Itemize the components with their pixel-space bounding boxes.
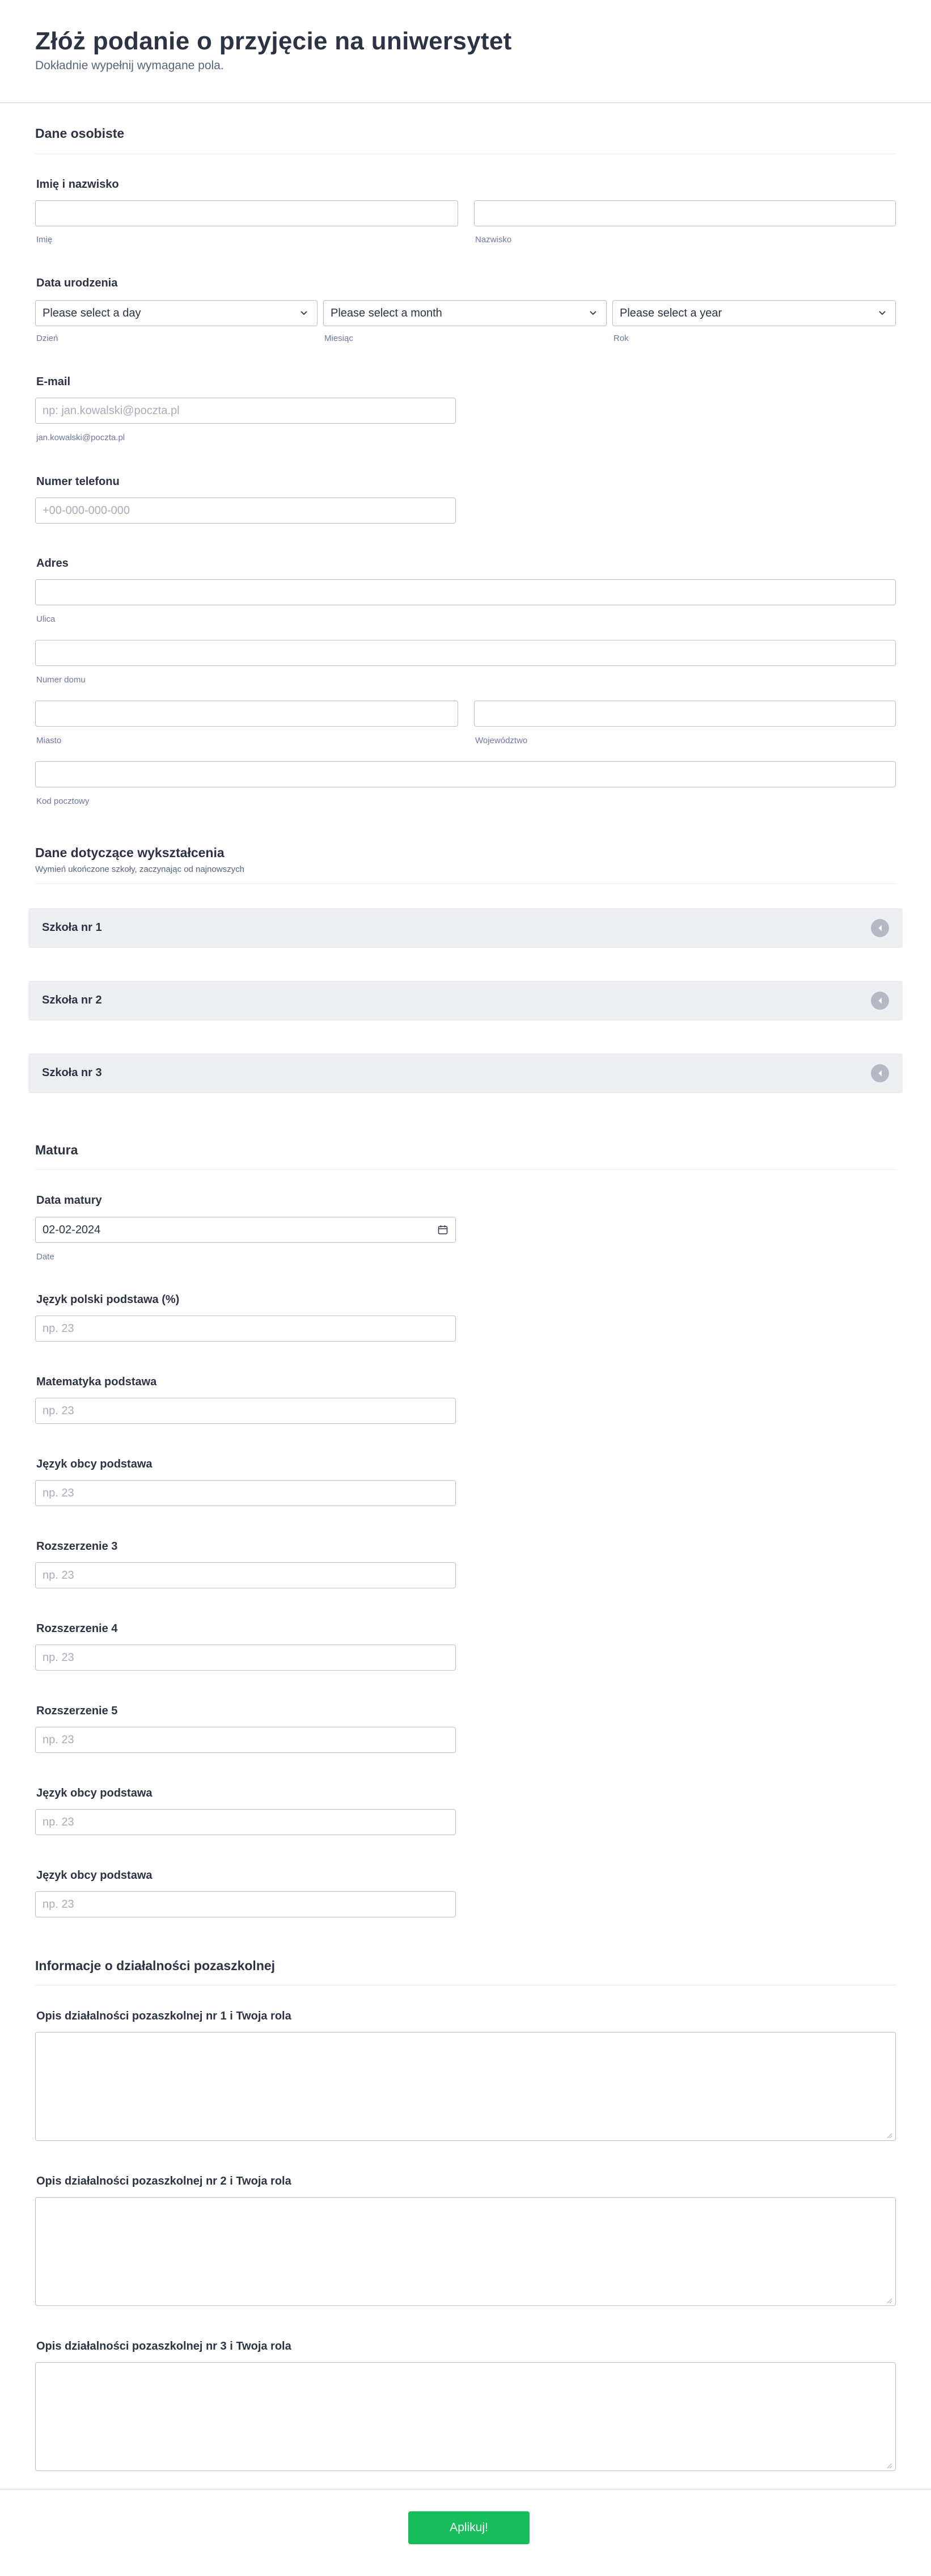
activity-label: Opis działalności pozaszkolnej nr 3 i Tw… [36, 2340, 291, 2352]
resize-handle-icon[interactable] [886, 2132, 892, 2139]
school-1-accordion[interactable]: Szkoła nr 1 [28, 908, 903, 948]
email-sublabel: jan.kowalski@poczta.pl [36, 433, 125, 442]
activity-label: Opis działalności pozaszkolnej nr 2 i Tw… [36, 2175, 291, 2187]
section-divider [35, 1169, 896, 1170]
submit-button[interactable]: Aplikuj! [408, 2511, 530, 2544]
activity-1-textarea[interactable] [35, 2032, 896, 2141]
collapse-arrow-icon[interactable] [871, 919, 889, 937]
collapse-arrow-icon[interactable] [871, 992, 889, 1010]
chevron-down-icon [301, 311, 307, 315]
first-name-input[interactable] [35, 200, 458, 226]
matura-field-label: Rozszerzenie 3 [36, 1540, 118, 1553]
city-input[interactable] [35, 701, 458, 727]
collapse-arrow-icon[interactable] [871, 1064, 889, 1082]
last-name-sublabel: Nazwisko [475, 235, 512, 244]
birth-month-value: Please select a month [331, 306, 442, 319]
matura-score-input[interactable] [35, 1316, 456, 1342]
school-1-label: Szkoła nr 1 [42, 921, 102, 934]
activity-2-textarea[interactable] [35, 2197, 896, 2306]
email-label: E-mail [36, 376, 71, 388]
matura-score-input[interactable] [35, 1891, 456, 1917]
street-sublabel: Ulica [36, 614, 56, 624]
phone-label: Numer telefonu [36, 475, 120, 488]
matura-field-label: Język obcy podstawa [36, 1458, 153, 1470]
calendar-icon[interactable] [437, 1224, 448, 1236]
matura-score-input[interactable] [35, 1562, 456, 1588]
page-subtitle: Dokładnie wypełnij wymagane pola. [35, 59, 224, 72]
school-2-accordion[interactable]: Szkoła nr 2 [28, 981, 903, 1021]
matura-date-label: Data matury [36, 1194, 102, 1207]
matura-score-input[interactable] [35, 1645, 456, 1671]
school-3-label: Szkoła nr 3 [42, 1066, 102, 1079]
matura-field-label: Matematyka podstawa [36, 1376, 157, 1388]
street-input[interactable] [35, 579, 896, 605]
matura-field-label: Rozszerzenie 4 [36, 1622, 118, 1635]
birth-month-sublabel: Miesiąc [324, 334, 353, 343]
house-number-sublabel: Numer domu [36, 675, 86, 685]
birth-date-label: Data urodzenia [36, 277, 118, 289]
matura-date-value: 02-02-2024 [43, 1223, 101, 1236]
region-sublabel: Województwo [475, 736, 528, 745]
form-header: Złóż podanie o przyjęcie na uniwersytet … [0, 0, 931, 103]
address-label: Adres [36, 557, 69, 570]
matura-field-label: Rozszerzenie 5 [36, 1705, 118, 1717]
house-number-input[interactable] [35, 640, 896, 666]
matura-field-label: Język polski podstawa (%) [36, 1293, 180, 1306]
birth-day-select[interactable]: Please select a day [35, 300, 318, 326]
section-title-matura: Matura [35, 1142, 78, 1157]
page-title: Złóż podanie o przyjęcie na uniwersytet [35, 27, 512, 55]
region-input[interactable] [474, 701, 896, 727]
birth-year-sublabel: Rok [613, 334, 629, 343]
birth-year-value: Please select a year [620, 306, 722, 319]
resize-handle-icon[interactable] [886, 2297, 892, 2304]
resize-handle-icon[interactable] [886, 2462, 892, 2469]
chevron-down-icon [590, 311, 596, 315]
birth-year-select[interactable]: Please select a year [612, 300, 896, 326]
birth-month-select[interactable]: Please select a month [323, 300, 607, 326]
form-footer: Aplikuj! [0, 2489, 931, 2576]
last-name-input[interactable] [474, 200, 896, 226]
matura-date-sublabel: Date [36, 1252, 54, 1262]
school-3-accordion[interactable]: Szkoła nr 3 [28, 1053, 903, 1093]
matura-field-label: Język obcy podstawa [36, 1787, 153, 1799]
matura-score-input[interactable] [35, 1480, 456, 1506]
birth-day-value: Please select a day [43, 306, 141, 319]
section-title-personal: Dane osobiste [35, 126, 125, 141]
zip-sublabel: Kod pocztowy [36, 796, 90, 806]
phone-input[interactable] [35, 498, 456, 524]
matura-date-input[interactable]: 02-02-2024 [35, 1217, 456, 1243]
activity-label: Opis działalności pozaszkolnej nr 1 i Tw… [36, 2010, 291, 2022]
name-label: Imię i nazwisko [36, 178, 119, 191]
section-title-education: Dane dotyczące wykształcenia [35, 845, 225, 860]
school-2-label: Szkoła nr 2 [42, 994, 102, 1006]
section-title-extracurricular: Informacje o działalności pozaszkolnej [35, 1958, 276, 1973]
section-subtitle-education: Wymień ukończone szkoły, zaczynając od n… [35, 865, 244, 874]
city-sublabel: Miasto [36, 736, 62, 745]
zip-input[interactable] [35, 761, 896, 787]
section-divider [35, 883, 896, 884]
birth-day-sublabel: Dzień [36, 334, 58, 343]
matura-score-input[interactable] [35, 1398, 456, 1424]
chevron-down-icon [879, 311, 886, 315]
matura-score-input[interactable] [35, 1809, 456, 1835]
email-input[interactable] [35, 398, 456, 424]
first-name-sublabel: Imię [36, 235, 53, 244]
activity-3-textarea[interactable] [35, 2362, 896, 2471]
matura-field-label: Język obcy podstawa [36, 1869, 153, 1882]
matura-score-input[interactable] [35, 1727, 456, 1753]
